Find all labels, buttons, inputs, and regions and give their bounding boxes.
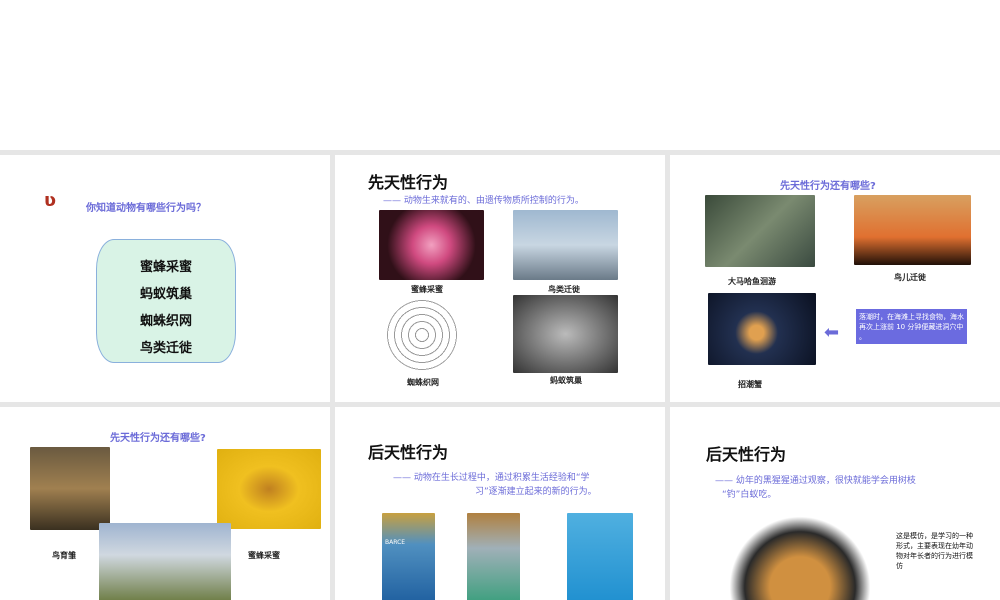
caption: 蜘蛛织网 [407,378,439,387]
note-box: 落潮时，在海滩上寻找食物，海水再次上涨前 10 分钟便藏进洞穴中 。 [856,309,967,344]
flower-image [379,210,484,280]
crab-image [708,293,816,365]
slide-thumbnail-3[interactable]: 先天性行为还有哪些? 大马哈鱼洄游 鸟儿迁徙 招潮蟹 ⬅ 落潮时，在海滩上寻找食… [670,155,1000,402]
spider-web-image [387,300,457,370]
slide-subtitle-line2: 习”逐渐建立起来的新的行为。 [475,487,597,497]
caption: 大马哈鱼洄游 [728,277,776,286]
caption: 招潮蟹 [738,380,762,389]
scroll-icon: ʋ [44,190,57,211]
albatross-image [99,523,231,600]
chimpanzees-image [730,515,870,600]
slide-thumbnail-6[interactable]: 后天性行为 —— 幼年的黑猩猩通过观察，很快就能学会用树枝 “钓”白蚁吃。 这是… [670,407,1000,600]
slide-title: 先天性行为 [368,173,449,192]
pool-sign: BARCE [385,539,406,546]
slide-thumbnail-5[interactable]: 后天性行为 —— 动物在生长过程中，通过积累生活经验和“学 习”逐渐建立起来的新… [335,407,665,600]
caption: 蜜蜂采蜜 [411,285,443,294]
question-text: 你知道动物有哪些行为吗？ [86,203,206,214]
bird-migration-image [854,195,971,265]
blank-header [0,0,1000,150]
orca-image: BARCE [382,513,435,600]
item: 蜘蛛织网 [139,314,192,329]
bee-image [217,449,321,529]
dolphin-image [467,513,520,600]
slide-title: 后天性行为 [368,443,449,462]
slide-subtitle-line2: “钓”白蚁吃。 [722,490,777,500]
caption: 鸟儿迁徙 [894,273,926,282]
note-text: 这是模仿，是学习的一种形式，主要表现在幼年动物对年长者的行为进行模仿 [896,532,973,570]
slide-subtitle: —— 动物生来就有的、由遗传物质所控制的行为。 [383,196,584,206]
slide-thumbnail-1[interactable]: ʋ 你知道动物有哪些行为吗？ 蜜蜂采蜜 蚂蚁筑巢 蜘蛛织网 鸟类迁徙 [0,155,330,402]
bird-nest-image [30,447,110,530]
dolphin-ring-image [567,513,633,600]
caption: 蚂蚁筑巢 [550,376,582,385]
slide-title: 后天性行为 [706,445,787,464]
item: 鸟类迁徙 [139,341,192,356]
salmon-image [705,195,815,267]
item: 蚂蚁筑巢 [139,287,192,302]
slide-subtitle-line1: —— 幼年的黑猩猩通过观察，很快就能学会用树枝 [715,476,916,486]
slide-title: 先天性行为还有哪些? [110,433,206,444]
ants-image [513,295,618,373]
items-card: 蜜蜂采蜜 蚂蚁筑巢 蜘蛛织网 鸟类迁徙 [96,239,236,363]
slide-thumbnail-2[interactable]: 先天性行为 —— 动物生来就有的、由遗传物质所控制的行为。 蜜蜂采蜜 鸟类迁徙 … [335,155,665,402]
caption: 鸟育雏 [52,551,76,560]
arrow-left-icon: ⬅ [824,322,840,343]
caption: 蜜蜂采蜜 [248,551,280,560]
item: 蜜蜂采蜜 [139,260,192,275]
slide-thumbnail-4[interactable]: 先天性行为还有哪些? 鸟育雏 蜜蜂采蜜 [0,407,330,600]
birds-image [513,210,618,280]
slide-title: 先天性行为还有哪些? [780,181,876,192]
caption: 鸟类迁徙 [548,285,580,294]
slide-subtitle-line1: —— 动物在生长过程中，通过积累生活经验和“学 [393,473,590,483]
